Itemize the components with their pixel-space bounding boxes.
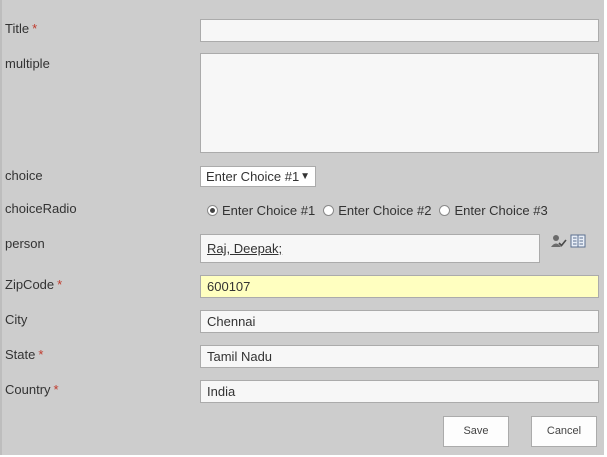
zipcode-label-text: ZipCode: [5, 277, 55, 292]
state-label: State *: [5, 347, 43, 362]
required-marker: *: [32, 21, 38, 36]
person-value: Raj, Deepak;: [207, 241, 283, 256]
person-label: person: [5, 236, 45, 251]
form-panel: Title * multiple choice Enter Choice #1 ▼…: [0, 0, 604, 455]
title-label: Title *: [5, 21, 37, 36]
radio-option-1-label: Enter Choice #1: [222, 203, 316, 218]
required-marker: *: [53, 382, 59, 397]
dropdown-arrow-icon: ▼: [300, 171, 310, 182]
person-picker-icons: [551, 234, 586, 248]
radio-option-2-label: Enter Choice #2: [338, 203, 432, 218]
country-label-text: Country: [5, 382, 51, 397]
choice-selected-value: Enter Choice #1: [206, 169, 300, 184]
check-names-icon[interactable]: [551, 234, 567, 248]
multiple-textarea[interactable]: [200, 53, 599, 153]
radio-unchecked-icon[interactable]: [323, 205, 335, 216]
address-book-icon[interactable]: [570, 234, 586, 248]
choice-radio-group: Enter Choice #1 Enter Choice #2 Enter Ch…: [207, 203, 556, 218]
city-input[interactable]: Chennai: [200, 310, 599, 333]
required-marker: *: [57, 277, 63, 292]
radio-option-3-label: Enter Choice #3: [454, 203, 548, 218]
person-picker-input[interactable]: Raj, Deepak;: [200, 234, 540, 263]
radio-option-1[interactable]: Enter Choice #1: [207, 203, 315, 218]
multiple-label: multiple: [5, 56, 50, 71]
cancel-button[interactable]: Cancel: [531, 416, 597, 447]
radio-option-3[interactable]: Enter Choice #3: [439, 203, 548, 218]
radio-checked-icon[interactable]: [207, 205, 218, 216]
choice-select[interactable]: Enter Choice #1 ▼: [200, 166, 316, 187]
title-label-text: Title: [5, 21, 30, 36]
state-label-text: State: [5, 347, 36, 362]
required-marker: *: [38, 347, 44, 362]
state-input[interactable]: Tamil Nadu: [200, 345, 599, 368]
radio-unchecked-icon[interactable]: [439, 205, 451, 216]
zipcode-input[interactable]: 600107: [200, 275, 599, 298]
radio-option-2[interactable]: Enter Choice #2: [323, 203, 431, 218]
country-input[interactable]: India: [200, 380, 599, 403]
city-label: City: [5, 312, 28, 327]
choice-radio-label: choiceRadio: [5, 201, 77, 216]
zipcode-label: ZipCode *: [5, 277, 62, 292]
country-label: Country *: [5, 382, 59, 397]
save-button[interactable]: Save: [443, 416, 509, 447]
choice-label: choice: [5, 168, 43, 183]
title-input[interactable]: [200, 19, 599, 42]
